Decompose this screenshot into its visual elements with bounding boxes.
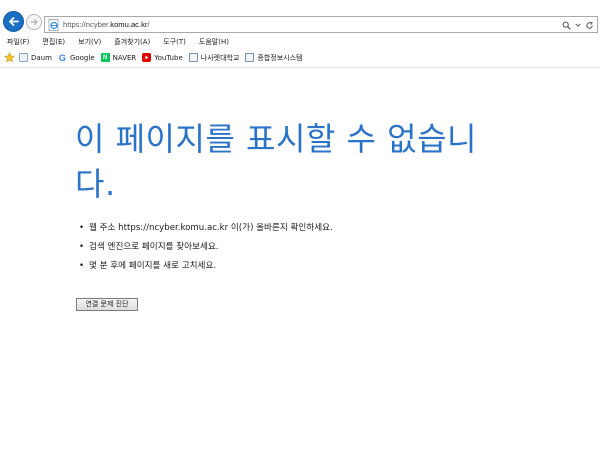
google-icon: G <box>58 52 66 63</box>
suggestion-list: 웹 주소 https://ncyber.komu.ac.kr 이(가) 올바른지… <box>79 219 333 276</box>
favorites-bar: Daum G Google N NAVER YouTube 나사렛대학교 종합정… <box>0 50 600 65</box>
menu-file[interactable]: 파일(F) <box>7 36 29 48</box>
page-icon <box>19 53 28 62</box>
favorite-label: NAVER <box>112 53 137 62</box>
suggestion-item: 검색 엔진으로 페이지를 찾아보세요. <box>79 238 333 257</box>
favorite-google[interactable]: G Google <box>58 52 95 64</box>
menu-view[interactable]: 보기(V) <box>78 36 101 48</box>
page-icon <box>188 53 198 62</box>
suggestion-item: 몇 분 후에 페이지를 새로 고치세요. <box>79 257 333 276</box>
address-bar[interactable]: https://ncyber.komu.ac.kr/ <box>44 16 598 33</box>
menu-tools[interactable]: 도구(T) <box>163 36 186 48</box>
favorite-label: Google <box>69 53 95 62</box>
youtube-icon <box>142 53 152 62</box>
favorite-naver[interactable]: N NAVER <box>100 52 137 64</box>
url-prefix: https://ncyber. <box>63 20 111 29</box>
url-host: komu.ac.kr <box>110 20 148 29</box>
naver-icon: N <box>100 53 110 62</box>
favorites-star-icon[interactable] <box>4 52 15 63</box>
search-icon[interactable] <box>562 21 571 30</box>
url-suffix: / <box>147 20 150 29</box>
favorite-daum[interactable]: Daum <box>19 52 52 64</box>
error-title: 이 페이지를 표시할 수 없습니다. <box>75 120 477 203</box>
navigation-row: https://ncyber.komu.ac.kr/ <box>0 0 600 34</box>
chevron-down-icon[interactable] <box>575 22 581 28</box>
suggestion-item: 웹 주소 https://ncyber.komu.ac.kr 이(가) 올바른지… <box>79 219 333 238</box>
favorite-label: 종합정보시스템 <box>257 53 303 62</box>
forward-button[interactable] <box>26 14 42 30</box>
favorite-label: YouTube <box>154 53 183 62</box>
ie-page-icon <box>48 19 59 31</box>
back-arrow-icon <box>9 17 19 26</box>
menu-bar: 파일(F) 편집(E) 보기(V) 즐겨찾기(A) 도구(T) 도움말(H) <box>0 35 600 48</box>
menu-favorites[interactable]: 즐겨찾기(A) <box>114 36 150 48</box>
page-icon <box>245 53 255 62</box>
address-tools <box>562 19 594 31</box>
menu-help[interactable]: 도움말(H) <box>199 36 229 48</box>
favorite-nazarene-univ[interactable]: 나사렛대학교 <box>188 52 240 64</box>
favorite-label: Daum <box>31 53 52 62</box>
forward-arrow-icon <box>30 18 38 26</box>
refresh-icon[interactable] <box>585 20 594 30</box>
favorite-info-system[interactable]: 종합정보시스템 <box>245 52 302 64</box>
url-text[interactable]: https://ncyber.komu.ac.kr/ <box>63 18 150 31</box>
favorite-youtube[interactable]: YouTube <box>142 52 183 64</box>
favorite-label: 나사렛대학교 <box>200 53 240 62</box>
menu-edit[interactable]: 편집(E) <box>42 36 65 48</box>
browser-chrome: https://ncyber.komu.ac.kr/ 파일(F) 편집(E) 보… <box>0 0 600 68</box>
back-button[interactable] <box>3 11 24 32</box>
diagnose-connection-button[interactable]: 연결 문제 진단 <box>76 298 138 311</box>
